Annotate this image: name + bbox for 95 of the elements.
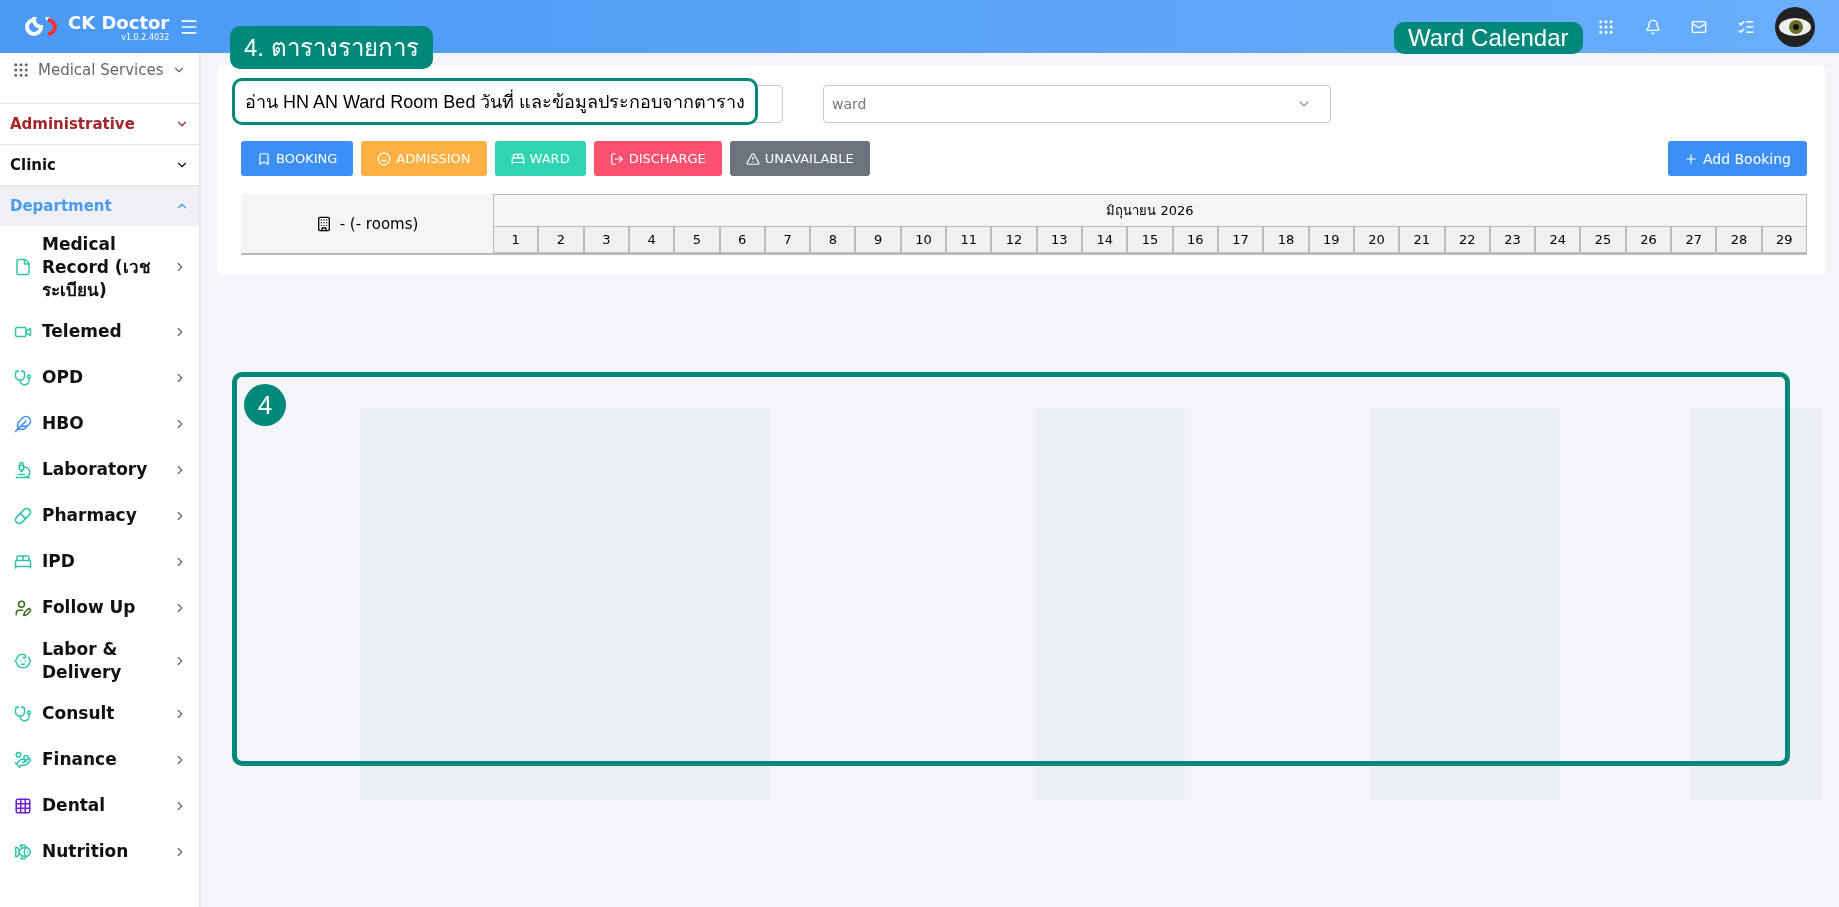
baby-icon bbox=[14, 651, 32, 670]
group-label: Clinic bbox=[10, 156, 56, 174]
stethoscope-icon bbox=[14, 704, 32, 723]
bookmark-icon bbox=[257, 151, 271, 166]
sidebar-item[interactable]: Telemed bbox=[0, 308, 199, 355]
page-tag: Ward Calendar bbox=[1394, 22, 1583, 54]
services-label: Medical Services bbox=[38, 61, 164, 79]
sidebar-item[interactable]: Follow Up bbox=[0, 584, 199, 631]
sidebar-item[interactable]: OPD bbox=[0, 354, 199, 401]
apps-icon[interactable] bbox=[1597, 17, 1615, 36]
sidebar-item[interactable]: Pharmacy bbox=[0, 492, 199, 539]
stethoscope-icon bbox=[14, 368, 32, 387]
day-header: 29 bbox=[1761, 227, 1807, 253]
day-header: 10 bbox=[900, 227, 947, 253]
day-header: 3 bbox=[583, 227, 629, 253]
item-label: IPD bbox=[42, 550, 76, 574]
day-header: 4 bbox=[628, 227, 675, 253]
avatar[interactable] bbox=[1775, 6, 1815, 47]
item-label: Dental bbox=[42, 794, 107, 818]
item-label: Finance bbox=[42, 748, 118, 772]
legend-button[interactable]: UNAVAILABLE bbox=[729, 141, 870, 176]
day-header: 28 bbox=[1716, 227, 1762, 253]
day-header: 5 bbox=[674, 227, 720, 253]
item-label: Pharmacy bbox=[42, 504, 138, 528]
item-label: Telemed bbox=[42, 320, 123, 344]
day-header: 21 bbox=[1399, 227, 1445, 253]
annotation-tooltip: อ่าน HN AN Ward Room Bed วันที่ และข้อมูลประกอบจากตาราง bbox=[232, 78, 759, 125]
plus-icon bbox=[1683, 151, 1698, 166]
item-label: Consult bbox=[42, 702, 116, 726]
day-header: 9 bbox=[855, 227, 901, 253]
sidebar-item[interactable]: Medical Record (เวชระเบียน) bbox=[0, 226, 199, 309]
step-badge: 4 bbox=[244, 384, 286, 426]
sidebar-item[interactable]: Labor & Delivery bbox=[0, 630, 199, 691]
building-icon bbox=[315, 215, 332, 232]
feather-icon bbox=[14, 414, 32, 433]
brand-name: CK Doctor bbox=[68, 11, 170, 33]
sidebar-item[interactable]: Laboratory bbox=[0, 446, 199, 493]
group-label: Department bbox=[10, 197, 112, 215]
day-header: 11 bbox=[946, 227, 992, 253]
hand-coins-icon bbox=[14, 750, 32, 769]
bell-icon[interactable] bbox=[1645, 18, 1661, 35]
rooms-label: - (- rooms) bbox=[339, 214, 419, 233]
group-label: Administrative bbox=[10, 115, 135, 133]
day-header: 23 bbox=[1489, 227, 1536, 253]
sidebar-item[interactable]: Dental bbox=[0, 782, 199, 829]
item-label: Laboratory bbox=[42, 458, 149, 482]
day-header: 6 bbox=[719, 227, 765, 253]
item-label: HBO bbox=[42, 412, 85, 436]
item-label: Nutrition bbox=[42, 840, 130, 864]
document-icon bbox=[14, 258, 32, 277]
section-tag: 4. ตารางรายการ bbox=[230, 26, 433, 69]
item-label: Follow Up bbox=[42, 596, 137, 620]
day-header: 2 bbox=[538, 227, 584, 253]
version-text: v1.0.2.4032 bbox=[121, 32, 170, 42]
microscope-icon bbox=[14, 460, 32, 479]
item-label: Medical Record (เวชระเบียน) bbox=[42, 233, 152, 302]
item-label: Labor & Delivery bbox=[42, 637, 123, 684]
day-header: 26 bbox=[1625, 227, 1672, 253]
smile-icon bbox=[377, 151, 392, 166]
day-header: 20 bbox=[1353, 227, 1400, 253]
ward-placeholder: ward bbox=[831, 96, 867, 112]
sidebar-item[interactable]: Nutrition bbox=[0, 828, 199, 875]
day-header: 15 bbox=[1127, 227, 1173, 253]
month-header: มิถุนายน 2026 bbox=[493, 194, 1807, 227]
day-header: 27 bbox=[1671, 227, 1717, 253]
bed-icon bbox=[510, 151, 525, 166]
day-header: 16 bbox=[1172, 227, 1218, 253]
mail-icon[interactable] bbox=[1691, 18, 1707, 35]
day-header: 14 bbox=[1082, 227, 1128, 253]
sidebar-item[interactable]: HBO bbox=[0, 400, 199, 447]
day-header: 17 bbox=[1217, 227, 1264, 253]
bed-icon bbox=[14, 552, 32, 571]
day-header: 1 bbox=[493, 227, 539, 253]
logout-icon bbox=[609, 151, 624, 166]
logo-icon bbox=[24, 16, 58, 37]
sidebar-item[interactable]: Finance bbox=[0, 736, 199, 783]
sidebar-item[interactable]: IPD bbox=[0, 538, 199, 585]
day-header: 22 bbox=[1444, 227, 1490, 253]
sidebar-item[interactable]: Consult bbox=[0, 690, 199, 737]
user-edit-icon bbox=[14, 598, 32, 617]
day-header: 19 bbox=[1308, 227, 1354, 253]
ward-select[interactable]: ward bbox=[823, 85, 1331, 123]
pill-icon bbox=[14, 506, 32, 525]
day-header: 25 bbox=[1580, 227, 1626, 253]
item-label: OPD bbox=[42, 366, 85, 390]
day-header: 8 bbox=[810, 227, 856, 253]
day-header: 13 bbox=[1036, 227, 1083, 253]
fish-icon bbox=[14, 842, 32, 861]
day-header: 24 bbox=[1535, 227, 1581, 253]
warning-icon bbox=[745, 151, 760, 166]
services-dropdown[interactable]: Medical Services bbox=[0, 53, 199, 103]
day-header: 18 bbox=[1263, 227, 1309, 253]
day-header: 12 bbox=[991, 227, 1037, 253]
grid-icon bbox=[12, 61, 30, 79]
day-header: 7 bbox=[764, 227, 811, 253]
